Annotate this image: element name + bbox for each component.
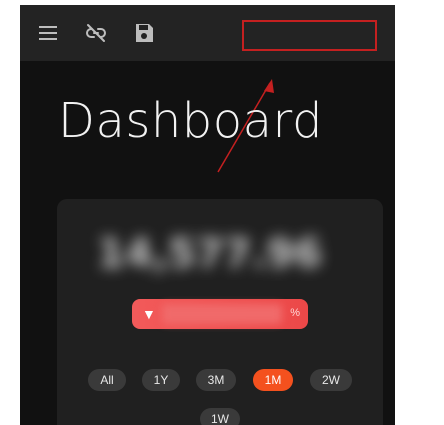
range-button-1y[interactable]: 1Y xyxy=(142,369,180,391)
change-percent-unit: % xyxy=(290,307,300,319)
balance-card: 14,577.96 ▼ % All 1Y 3M 1M 2W 1W xyxy=(57,199,383,425)
save-icon[interactable] xyxy=(132,21,156,45)
link-off-icon[interactable] xyxy=(84,21,108,45)
page-title: Dashboard xyxy=(58,93,323,149)
menu-icon[interactable] xyxy=(36,21,60,45)
app-window: Dashboard 14,577.96 ▼ % All 1Y 3M 1M 2W … xyxy=(20,5,395,425)
toolbar xyxy=(20,5,395,61)
blurred-balance-value: 14,577.96 xyxy=(97,231,323,275)
blurred-change-value xyxy=(162,304,282,324)
highlighted-value-box xyxy=(242,20,377,51)
change-pill: ▼ % xyxy=(132,299,308,329)
range-button-2w[interactable]: 2W xyxy=(310,369,352,391)
range-button-1m[interactable]: 1M xyxy=(253,369,293,391)
range-button-all[interactable]: All xyxy=(88,369,126,391)
down-arrow-icon: ▼ xyxy=(142,306,156,322)
range-button-1w[interactable]: 1W xyxy=(200,408,240,425)
range-button-3m[interactable]: 3M xyxy=(196,369,236,391)
right-margin xyxy=(395,0,444,425)
left-margin xyxy=(0,0,20,425)
